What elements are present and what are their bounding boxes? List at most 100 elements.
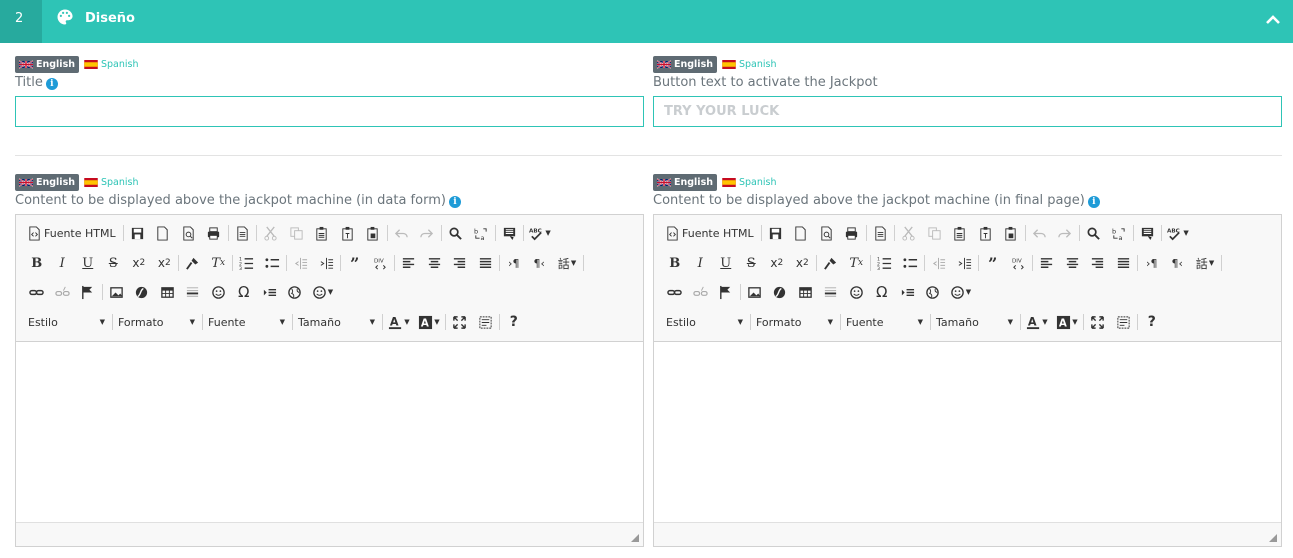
special-char-icon[interactable]: Ω: [231, 280, 257, 304]
select-all-icon[interactable]: [1135, 221, 1161, 245]
source-html-button[interactable]: Fuente HTML: [24, 221, 122, 245]
redo-icon[interactable]: [1052, 221, 1078, 245]
decrease-indent-icon[interactable]: [288, 251, 314, 275]
paste-word-icon[interactable]: [998, 221, 1024, 245]
anchor-icon[interactable]: [713, 280, 739, 304]
editor-content-area[interactable]: [16, 342, 643, 522]
show-blocks-icon[interactable]: [473, 310, 499, 334]
redo-icon[interactable]: [414, 221, 440, 245]
superscript-icon[interactable]: x2: [790, 251, 816, 275]
decrease-indent-icon[interactable]: [926, 251, 952, 275]
lang-tab-spanish[interactable]: Spanish: [84, 174, 143, 191]
lang-tab-spanish[interactable]: Spanish: [722, 174, 781, 191]
new-page-icon[interactable]: [788, 221, 814, 245]
paste-icon[interactable]: [947, 221, 973, 245]
undo-icon[interactable]: [1027, 221, 1053, 245]
unlink-icon[interactable]: [688, 280, 714, 304]
smiley-icon[interactable]: [206, 280, 232, 304]
strikethrough-icon[interactable]: S: [101, 251, 127, 275]
paste-icon[interactable]: [309, 221, 335, 245]
ltr-icon[interactable]: ›¶: [1139, 251, 1165, 275]
increase-indent-icon[interactable]: [314, 251, 340, 275]
bulleted-list-icon[interactable]: [260, 251, 286, 275]
find-icon[interactable]: [443, 221, 469, 245]
remove-format-icon[interactable]: Tx: [844, 251, 870, 275]
emoji-icon[interactable]: ▼: [946, 280, 976, 304]
format-combo[interactable]: Formato ▼: [752, 311, 839, 333]
replace-icon[interactable]: ba: [1106, 221, 1132, 245]
preview-icon[interactable]: [176, 221, 202, 245]
align-center-icon[interactable]: [1060, 251, 1086, 275]
ltr-icon[interactable]: ›¶: [501, 251, 527, 275]
help-icon[interactable]: ?: [1139, 310, 1165, 334]
table-icon[interactable]: [793, 280, 819, 304]
editor-content-area[interactable]: [654, 342, 1281, 522]
select-all-icon[interactable]: [497, 221, 523, 245]
spellcheck-icon[interactable]: ABC ▼: [525, 221, 555, 245]
align-right-icon[interactable]: [447, 251, 473, 275]
paste-text-icon[interactable]: [335, 221, 361, 245]
lang-tab-english[interactable]: English: [653, 56, 717, 73]
align-right-icon[interactable]: [1085, 251, 1111, 275]
align-left-icon[interactable]: [396, 251, 422, 275]
find-icon[interactable]: [1081, 221, 1107, 245]
spellcheck-icon[interactable]: ABC ▼: [1163, 221, 1193, 245]
remove-format-icon[interactable]: Tx: [206, 251, 232, 275]
horizontal-line-icon[interactable]: [180, 280, 206, 304]
info-icon[interactable]: i: [448, 196, 461, 208]
table-icon[interactable]: [155, 280, 181, 304]
format-combo[interactable]: Formato ▼: [114, 311, 201, 333]
underline-icon[interactable]: U: [75, 251, 101, 275]
special-char-icon[interactable]: Ω: [869, 280, 895, 304]
create-div-icon[interactable]: DIV: [368, 251, 394, 275]
numbered-list-icon[interactable]: 123: [872, 251, 898, 275]
rtl-icon[interactable]: ¶‹: [527, 251, 553, 275]
page-break-icon[interactable]: [895, 280, 921, 304]
templates-icon[interactable]: [868, 221, 894, 245]
create-div-icon[interactable]: DIV: [1006, 251, 1032, 275]
lang-tab-english[interactable]: English: [653, 174, 717, 191]
bulleted-list-icon[interactable]: [898, 251, 924, 275]
rtl-icon[interactable]: ¶‹: [1165, 251, 1191, 275]
save-icon[interactable]: [763, 221, 789, 245]
background-color-icon[interactable]: A ▼: [1052, 310, 1082, 334]
numbered-list-icon[interactable]: 123: [234, 251, 260, 275]
section-header[interactable]: 2 Diseño: [0, 0, 1293, 43]
size-combo[interactable]: Tamaño ▼: [932, 311, 1019, 333]
text-color-icon[interactable]: A ▼: [1022, 310, 1052, 334]
image-icon[interactable]: [742, 280, 768, 304]
maximize-icon[interactable]: [447, 310, 473, 334]
maximize-icon[interactable]: [1085, 310, 1111, 334]
lang-tab-spanish[interactable]: Spanish: [722, 56, 781, 73]
align-left-icon[interactable]: [1034, 251, 1060, 275]
anchor-icon[interactable]: [75, 280, 101, 304]
link-icon[interactable]: [24, 280, 50, 304]
language-icon[interactable]: 話 ▼: [1190, 251, 1220, 275]
bold-icon[interactable]: B: [662, 251, 688, 275]
source-html-button[interactable]: Fuente HTML: [662, 221, 760, 245]
link-icon[interactable]: [662, 280, 688, 304]
undo-icon[interactable]: [389, 221, 415, 245]
language-icon[interactable]: 話 ▼: [552, 251, 582, 275]
copy-format-icon[interactable]: [818, 251, 844, 275]
lang-tab-english[interactable]: English: [15, 174, 79, 191]
font-combo[interactable]: Fuente ▼: [204, 311, 291, 333]
image-icon[interactable]: [104, 280, 130, 304]
info-icon[interactable]: i: [1087, 196, 1100, 208]
iframe-icon[interactable]: [282, 280, 308, 304]
italic-icon[interactable]: I: [688, 251, 714, 275]
paste-word-icon[interactable]: [360, 221, 386, 245]
print-icon[interactable]: [201, 221, 227, 245]
lang-tab-english[interactable]: English: [15, 56, 79, 73]
show-blocks-icon[interactable]: [1111, 310, 1137, 334]
button-text-input[interactable]: [653, 96, 1282, 127]
new-page-icon[interactable]: [150, 221, 176, 245]
italic-icon[interactable]: I: [50, 251, 76, 275]
underline-icon[interactable]: U: [713, 251, 739, 275]
cut-icon[interactable]: [896, 221, 922, 245]
chevron-up-icon[interactable]: [1265, 12, 1281, 26]
copy-icon[interactable]: [284, 221, 310, 245]
font-combo[interactable]: Fuente ▼: [842, 311, 929, 333]
flash-icon[interactable]: [767, 280, 793, 304]
help-icon[interactable]: ?: [501, 310, 527, 334]
